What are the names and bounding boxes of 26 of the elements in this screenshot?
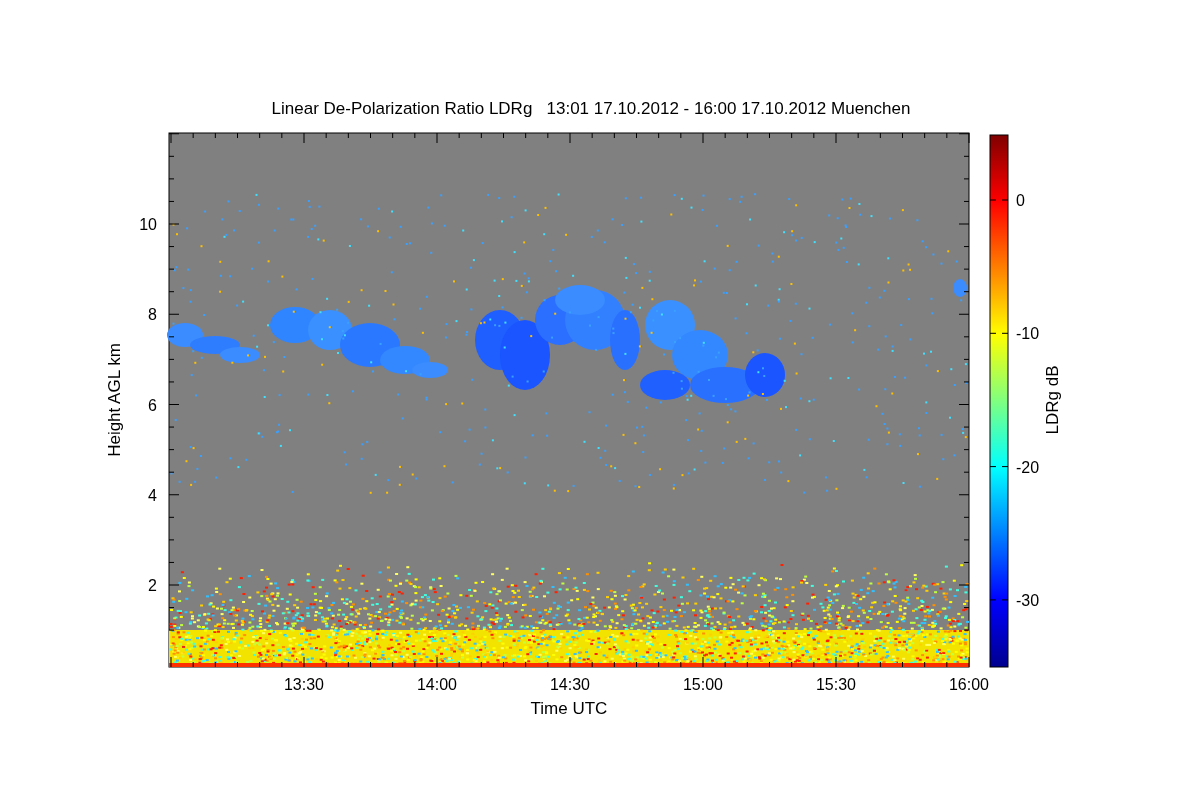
colorbar-tick-label: 0 [1016,192,1025,209]
x-tick-label: 16:00 [949,676,989,693]
colorbar-label: LDRg dB [1043,365,1062,435]
y-tick-label: 6 [148,396,157,414]
y-tick-label: 8 [148,306,157,324]
colorbar-tick-label: -30 [1016,591,1040,609]
cloud-echo [167,323,203,347]
chart-title: Linear De-Polarization Ratio LDRg 13:01 17.10.2012 - 16:00 17.10.2012 Muenchen [271,99,911,118]
y-axis-label: Height AGL km [105,343,124,457]
y-tick-label: 4 [148,486,157,504]
colorbar-tick-label: -10 [1016,325,1040,343]
y-tick-label: 10 [139,216,157,233]
cloud-echo [645,300,695,350]
x-tick-label: 14:00 [417,676,457,693]
x-tick-label: 15:00 [683,676,723,693]
cloud-echo [190,336,240,354]
colorbar-tick-label: -20 [1016,458,1040,476]
cloud-echo [308,310,352,350]
cloud-echo [220,347,260,363]
x-axis-label: Time UTC [530,699,608,718]
cloud-echo [500,320,550,390]
x-tick-label: 15:30 [816,676,856,693]
x-tick-label: 13:30 [284,676,324,693]
x-tick-label: 14:30 [550,676,590,693]
cloud-echo [953,279,967,297]
y-tick-label: 2 [148,577,157,594]
